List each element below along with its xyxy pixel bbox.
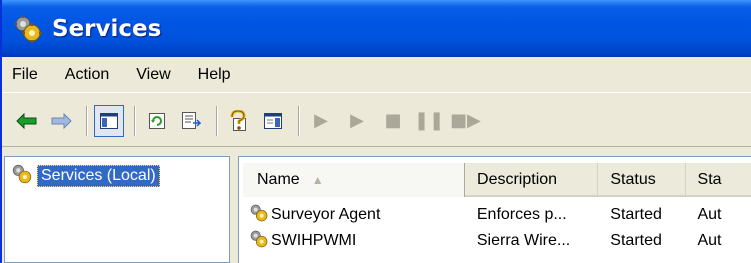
- back-button[interactable]: [12, 105, 42, 137]
- content-area: Services (Local) Name ▲ Description Stat…: [2, 152, 751, 263]
- column-header-label: Name: [257, 171, 300, 188]
- cell-name: SWIHPWMI: [243, 229, 465, 254]
- service-gears-icon: [249, 229, 269, 254]
- menu-file[interactable]: File: [12, 66, 38, 84]
- sort-ascending-icon: ▲: [311, 173, 324, 187]
- column-header-status[interactable]: Status: [598, 163, 686, 197]
- forward-arrow-icon: [51, 112, 72, 129]
- properties-pane-icon: [264, 112, 282, 129]
- show-hide-console-tree-icon: [100, 112, 118, 129]
- start-service-alt-icon[interactable]: ▶: [342, 110, 372, 131]
- service-name: Surveyor Agent: [271, 206, 381, 223]
- column-header-startup-type[interactable]: Sta: [686, 163, 751, 197]
- console-tree[interactable]: Services (Local): [4, 156, 230, 263]
- cell-name: Surveyor Agent: [243, 203, 465, 228]
- service-status: Started: [610, 206, 662, 223]
- column-header-description[interactable]: Description: [465, 163, 599, 197]
- start-service-icon[interactable]: ▶: [306, 110, 336, 131]
- services-gears-icon: [12, 13, 44, 45]
- menu-view[interactable]: View: [136, 66, 170, 84]
- help-icon: [230, 109, 246, 131]
- column-header-label: Description: [477, 171, 558, 188]
- service-startup-type: Aut: [697, 206, 722, 223]
- service-description: Enforces p...: [476, 206, 567, 223]
- services-list[interactable]: Name ▲ Description Status Sta Surveyor A…: [238, 156, 751, 263]
- column-header-label: Sta: [697, 171, 722, 188]
- tree-node-label[interactable]: Services (Local): [37, 165, 160, 187]
- service-startup-type: Aut: [697, 232, 722, 249]
- column-header-name[interactable]: Name ▲: [243, 163, 466, 197]
- stop-service-icon[interactable]: ■: [378, 110, 408, 131]
- refresh-button[interactable]: [142, 105, 172, 137]
- service-description: Sierra Wire...: [476, 232, 571, 249]
- toolbar: ▶ ▶ ■ ❚❚ ■▶: [2, 95, 751, 147]
- column-header-label: Status: [610, 171, 656, 188]
- table-row[interactable]: SWIHPWMI Sierra Wire... Started Aut: [243, 229, 751, 253]
- service-gears-icon: [249, 203, 269, 228]
- title-bar[interactable]: Services: [2, 0, 751, 57]
- toolbar-separator: [86, 105, 88, 136]
- window-title: Services: [52, 15, 162, 42]
- forward-button[interactable]: [46, 105, 76, 137]
- services-window: Services File Action View Help ▶ ▶ ■ ❚❚ …: [0, 0, 751, 263]
- list-header: Name ▲ Description Status Sta: [243, 163, 751, 197]
- restart-service-icon[interactable]: ■▶: [450, 110, 481, 131]
- show-hide-tree-button[interactable]: [94, 104, 124, 137]
- menu-bar: File Action View Help: [2, 57, 751, 93]
- service-status: Started: [610, 232, 662, 249]
- refresh-icon: [149, 112, 165, 129]
- help-button[interactable]: [224, 105, 254, 137]
- toolbar-separator: [216, 105, 218, 136]
- pause-service-icon[interactable]: ❚❚: [414, 110, 444, 131]
- back-arrow-icon: [16, 112, 37, 129]
- properties-pane-button[interactable]: [258, 105, 288, 137]
- menu-help[interactable]: Help: [198, 66, 231, 84]
- export-list-icon: [182, 111, 201, 129]
- services-gears-icon: [11, 163, 33, 189]
- table-row[interactable]: Surveyor Agent Enforces p... Started Aut: [243, 203, 751, 227]
- toolbar-separator: [134, 105, 136, 136]
- tree-node-services-local[interactable]: Services (Local): [11, 163, 160, 189]
- export-list-button[interactable]: [176, 105, 206, 137]
- toolbar-separator: [298, 105, 300, 136]
- menu-action[interactable]: Action: [65, 66, 109, 84]
- service-name: SWIHPWMI: [271, 232, 357, 249]
